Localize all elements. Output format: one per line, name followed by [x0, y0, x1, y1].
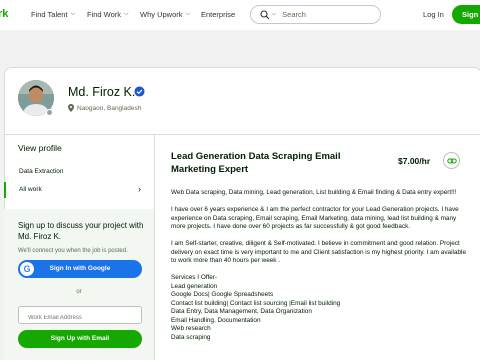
project-title: Lead Generation Data Scraping Email Mark… [171, 151, 341, 175]
active-indicator [4, 182, 6, 198]
nav-find-talent[interactable]: Find Talent ⌵ [31, 10, 75, 19]
list-item: Contact list building| Contact list sour… [171, 299, 341, 307]
search-input[interactable]: ⌵ Search [250, 5, 381, 24]
link-icon [447, 158, 457, 164]
sidebar-item-all-work[interactable]: All work › [4, 179, 154, 201]
list-item: Email Handling, Documentation [171, 316, 261, 324]
chevron-down-icon: ⌵ [70, 11, 76, 17]
top-navbar: rk Find Talent ⌵ Find Work ⌵ Why Upwork ⌵ E… [0, 0, 480, 30]
services-list: Services I Offer- Lead generation Google… [171, 274, 471, 342]
description-paragraph: I have over 6 years experience & I am th… [171, 206, 459, 230]
chevron-down-icon[interactable]: ⌵ [272, 11, 276, 18]
description-paragraph: Web Data scraping, Data mining, Lead gen… [171, 189, 457, 196]
nav-find-work[interactable]: Find Work ⌵ [87, 10, 129, 19]
description-paragraph: I am Self-starter, creative, diligent & … [171, 240, 467, 264]
list-item: Lead generation [171, 282, 218, 290]
or-separator: or [76, 289, 82, 295]
list-item: Data Entry, Data Management, Data Organi… [171, 308, 312, 315]
location-pin-icon [68, 104, 74, 112]
signup-button[interactable]: Sign [452, 5, 480, 24]
profile-name: Md. Firoz K. [68, 85, 136, 99]
list-item: Google Docs| Google Spreadsheets [171, 291, 274, 298]
chevron-down-icon: ⌵ [124, 11, 129, 17]
login-link[interactable]: Log In [423, 10, 444, 19]
nav-enterprise[interactable]: Enterprise [201, 10, 235, 19]
signup-subtitle: We'll connect you when the job is posted… [18, 248, 128, 254]
sidebar-item-data-extraction[interactable]: Data Extraction [19, 168, 63, 175]
chevron-down-icon: ⌵ [185, 11, 191, 17]
view-profile-title: View profile [18, 143, 62, 153]
signup-title: Sign up to discuss your project with Md.… [18, 221, 144, 241]
signup-email-button[interactable]: Sign Up with Email [18, 330, 142, 348]
chevron-right-icon: › [138, 184, 141, 194]
upwork-logo[interactable]: rk [0, 8, 8, 20]
project-description: Web Data scraping, Data mining, Lead gen… [171, 189, 471, 342]
divider [154, 135, 155, 360]
hourly-rate: $7.00/hr [398, 156, 431, 166]
online-status-dot [46, 109, 53, 116]
profile-location: Naogaon, Bangladesh [68, 104, 141, 112]
verified-badge-icon [134, 86, 145, 97]
list-item: Data scraping [171, 333, 211, 341]
sidebar-item-label: All work [19, 186, 42, 193]
search-placeholder: Search [282, 10, 306, 19]
list-item: Services I Offer- [171, 274, 218, 281]
google-signin-label: Sign In with Google [49, 265, 111, 272]
search-icon [260, 9, 270, 19]
copy-link-button[interactable] [443, 152, 460, 169]
list-item: Web research [171, 325, 211, 332]
google-signin-button[interactable]: G Sign In with Google [18, 260, 142, 278]
divider [4, 134, 480, 135]
nav-why-upwork[interactable]: Why Upwork ⌵ [140, 10, 190, 19]
email-field[interactable] [18, 306, 142, 324]
